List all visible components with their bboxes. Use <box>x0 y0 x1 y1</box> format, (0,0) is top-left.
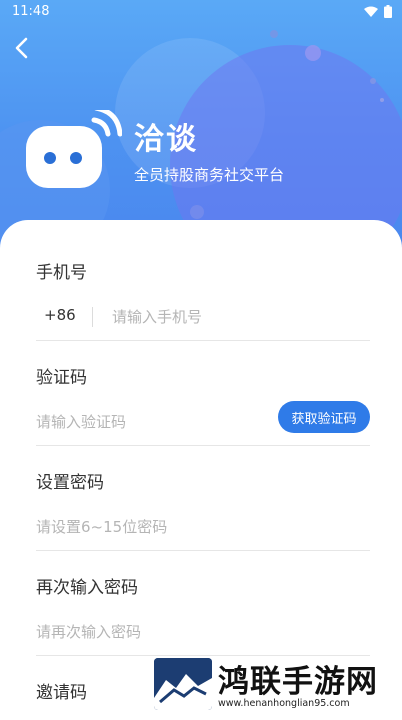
phone-field[interactable]: +86 请输入手机号 <box>36 296 370 341</box>
decor-dot <box>190 205 204 219</box>
decor-dot <box>305 45 321 61</box>
password-label: 设置密码 <box>36 473 104 493</box>
app-name: 洽谈 <box>134 122 198 157</box>
phone-input[interactable]: 请输入手机号 <box>112 306 202 327</box>
divider <box>92 307 93 327</box>
decor-dot <box>270 30 278 38</box>
confirm-field[interactable]: 请再次输入密码 <box>36 611 370 656</box>
watermark-url: www.henanhonglian95.com <box>218 698 350 709</box>
register-form: 手机号 +86 请输入手机号 验证码 请输入验证码 获取验证码 设置密码 请设置… <box>0 220 402 720</box>
status-time: 11:48 <box>12 4 50 19</box>
watermark-logo-icon <box>154 658 212 710</box>
watermark: 鸿联手游网 www.henanhonglian95.com <box>152 656 402 716</box>
status-bar: 11:48 <box>0 0 402 24</box>
password-field[interactable]: 请设置6~15位密码 <box>36 506 370 551</box>
confirm-input[interactable]: 请再次输入密码 <box>36 621 141 642</box>
battery-icon <box>384 5 392 18</box>
invite-label: 邀请码 <box>36 683 87 703</box>
status-icons <box>364 5 392 18</box>
code-input[interactable]: 请输入验证码 <box>36 411 126 432</box>
back-button[interactable] <box>8 34 38 64</box>
country-code[interactable]: +86 <box>44 306 76 324</box>
phone-label: 手机号 <box>36 263 87 283</box>
watermark-title: 鸿联手游网 <box>218 664 378 700</box>
decor-dot <box>380 98 384 102</box>
wifi-icon <box>364 6 378 17</box>
app-logo-icon <box>26 110 122 188</box>
confirm-label: 再次输入密码 <box>36 578 138 598</box>
password-input[interactable]: 请设置6~15位密码 <box>36 516 167 537</box>
get-code-button[interactable]: 获取验证码 <box>278 401 370 433</box>
code-field[interactable]: 请输入验证码 获取验证码 <box>36 401 370 446</box>
chevron-left-icon <box>15 37 28 59</box>
code-label: 验证码 <box>36 368 87 388</box>
decor-dot <box>370 78 376 84</box>
app-tagline: 全员持股商务社交平台 <box>134 166 285 184</box>
